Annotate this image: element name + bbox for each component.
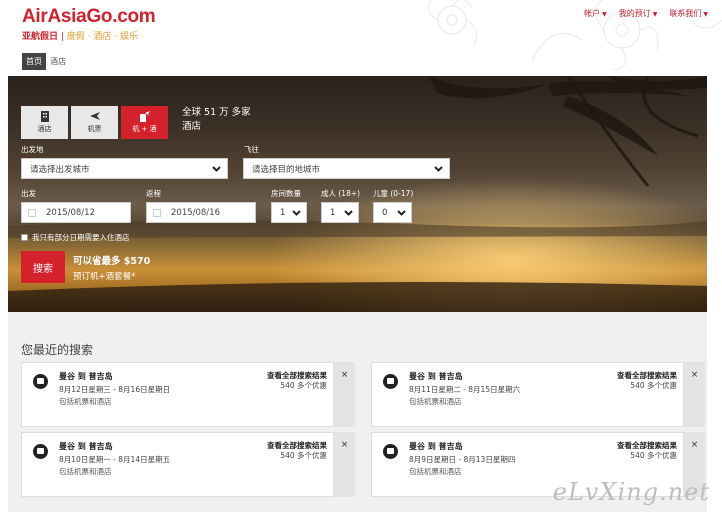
tab-flight-hotel-label: 机 + 酒 xyxy=(132,125,157,133)
date-range-text: 8月12日星期三 - 8月16日星期日 xyxy=(59,385,171,394)
nav-contact-us[interactable]: 联系我们 ▼ xyxy=(669,8,708,19)
promo-text: 可以省最多 $570 预订机+酒套餐* xyxy=(73,253,150,282)
chevron-down-icon xyxy=(212,166,221,172)
tab-flight-label: 机票 xyxy=(87,125,102,133)
date-range-text: 8月11日星期二 - 8月15日星期六 xyxy=(409,385,521,394)
return-label: 返程 xyxy=(146,189,161,198)
search-hero: 酒店 机票 机 + 酒 全球 51 万 多家酒店 出发地 请选择出发城市 飞往 xyxy=(8,76,707,312)
breadcrumb-home[interactable]: 首页 xyxy=(22,53,46,70)
adults-select[interactable]: 1 xyxy=(321,202,359,223)
chevron-down-icon xyxy=(292,210,301,216)
logo-wordmark: AirAsiaGo.com xyxy=(22,6,156,27)
chevron-down-icon xyxy=(344,210,353,216)
chevron-down-icon xyxy=(434,166,443,172)
tab-flight-hotel[interactable]: 机 + 酒 xyxy=(121,106,168,139)
watermark-text: eLvXing.net xyxy=(552,478,710,506)
recent-search-card[interactable]: 曼谷 到 普吉岛 8月12日星期三 - 8月16日星期日 包括机票和酒店 查看全… xyxy=(21,362,355,427)
recent-search-card-body[interactable]: 曼谷 到 普吉岛 8月10日星期一 - 8月14日星期五 包括机票和酒店 查看全… xyxy=(21,432,334,497)
nav-my-bookings[interactable]: 我的预订 ▼ xyxy=(619,8,658,19)
origin-label: 出发地 xyxy=(21,145,44,154)
origin-select[interactable]: 请选择出发城市 xyxy=(21,158,228,179)
remove-search-button[interactable]: × xyxy=(684,362,705,427)
includes-text: 包括机票和酒店 xyxy=(409,467,462,476)
top-nav: 帐户 ▼ 我的预订 ▼ 联系我们 ▼ xyxy=(584,8,708,19)
trip-type-tabs: 酒店 机票 机 + 酒 xyxy=(21,106,168,139)
calendar-icon xyxy=(28,209,36,217)
location-pin-icon xyxy=(33,374,48,389)
partial-stay-option[interactable]: 我只有部分日期需要入住酒店 xyxy=(21,232,130,243)
deal-count-text: 540 多个优惠 xyxy=(280,451,327,460)
route-text: 曼谷 到 普吉岛 xyxy=(59,372,113,381)
adults-label: 成人 (18+) xyxy=(321,189,361,198)
location-pin-icon xyxy=(33,444,48,459)
deal-count-text: 540 多个优惠 xyxy=(630,381,677,390)
remove-search-button[interactable]: × xyxy=(334,362,355,427)
recent-search-card-body[interactable]: 曼谷 到 普吉岛 8月12日星期三 - 8月16日星期日 包括机票和酒店 查看全… xyxy=(21,362,334,427)
return-date-input[interactable]: 2015/08/16 xyxy=(146,202,256,223)
breadcrumb-current: 酒店 xyxy=(50,57,66,66)
depart-date-input[interactable]: 2015/08/12 xyxy=(21,202,131,223)
date-range-text: 8月10日星期一 - 8月14日星期五 xyxy=(59,455,171,464)
includes-text: 包括机票和酒店 xyxy=(59,467,112,476)
tab-hotel-label: 酒店 xyxy=(37,125,52,133)
promo-package: 预订机+酒套餐* xyxy=(73,272,136,282)
plane-icon xyxy=(71,110,118,124)
nav-account[interactable]: 帐户 ▼ xyxy=(584,8,607,19)
remove-search-button[interactable]: × xyxy=(334,432,355,497)
header: AirAsiaGo.com 亚航假日 | 度假 · 酒店 · 娱乐 帐户 ▼ 我的… xyxy=(0,0,722,70)
deal-count-text: 540 多个优惠 xyxy=(280,381,327,390)
calendar-icon xyxy=(153,209,161,217)
logo[interactable]: AirAsiaGo.com 亚航假日 | 度假 · 酒店 · 娱乐 xyxy=(22,6,156,42)
chevron-down-icon: ▼ xyxy=(652,11,658,18)
hotel-count-text: 全球 51 万 多家酒店 xyxy=(182,107,251,132)
includes-text: 包括机票和酒店 xyxy=(59,397,112,406)
tab-flight[interactable]: 机票 xyxy=(71,106,118,139)
includes-text: 包括机票和酒店 xyxy=(409,397,462,406)
date-range-text: 8月9日星期日 - 8月13日星期四 xyxy=(409,455,516,464)
flight-hotel-icon xyxy=(121,110,168,124)
breadcrumb: 首页 酒店 xyxy=(22,53,70,70)
location-pin-icon xyxy=(383,374,398,389)
deal-count-text: 540 多个优惠 xyxy=(630,451,677,460)
chevron-down-icon xyxy=(397,210,406,216)
route-text: 曼谷 到 普吉岛 xyxy=(409,442,463,451)
partial-stay-label: 我只有部分日期需要入住酒店 xyxy=(32,233,130,242)
route-text: 曼谷 到 普吉岛 xyxy=(409,372,463,381)
recent-search-card[interactable]: 曼谷 到 普吉岛 8月11日星期二 - 8月15日星期六 包括机票和酒店 查看全… xyxy=(371,362,705,427)
depart-label: 出发 xyxy=(21,189,36,198)
rooms-select[interactable]: 1 xyxy=(271,202,307,223)
children-select[interactable]: 0 xyxy=(373,202,412,223)
promo-savings: 可以省最多 $570 xyxy=(73,256,151,267)
partial-stay-checkbox[interactable] xyxy=(21,234,28,241)
chevron-down-icon: ▼ xyxy=(703,11,708,18)
chevron-down-icon: ▼ xyxy=(602,11,607,18)
route-text: 曼谷 到 普吉岛 xyxy=(59,442,113,451)
search-button[interactable]: 搜索 xyxy=(21,251,65,283)
recent-search-card[interactable]: 曼谷 到 普吉岛 8月10日星期一 - 8月14日星期五 包括机票和酒店 查看全… xyxy=(21,432,355,497)
children-label: 儿童 (0-17) xyxy=(373,189,414,198)
hotel-icon xyxy=(21,110,68,124)
logo-tagline: 亚航假日 | 度假 · 酒店 · 娱乐 xyxy=(22,32,138,42)
recent-searches-title: 您最近的搜索 xyxy=(21,343,94,357)
rooms-label: 房间数量 xyxy=(271,189,301,198)
destination-select[interactable]: 请选择目的地城市 xyxy=(243,158,450,179)
location-pin-icon xyxy=(383,444,398,459)
recent-search-card-body[interactable]: 曼谷 到 普吉岛 8月11日星期二 - 8月15日星期六 包括机票和酒店 查看全… xyxy=(371,362,684,427)
tab-hotel[interactable]: 酒店 xyxy=(21,106,68,139)
destination-label: 飞往 xyxy=(244,145,259,154)
page: AirAsiaGo.com 亚航假日 | 度假 · 酒店 · 娱乐 帐户 ▼ 我的… xyxy=(0,0,722,512)
